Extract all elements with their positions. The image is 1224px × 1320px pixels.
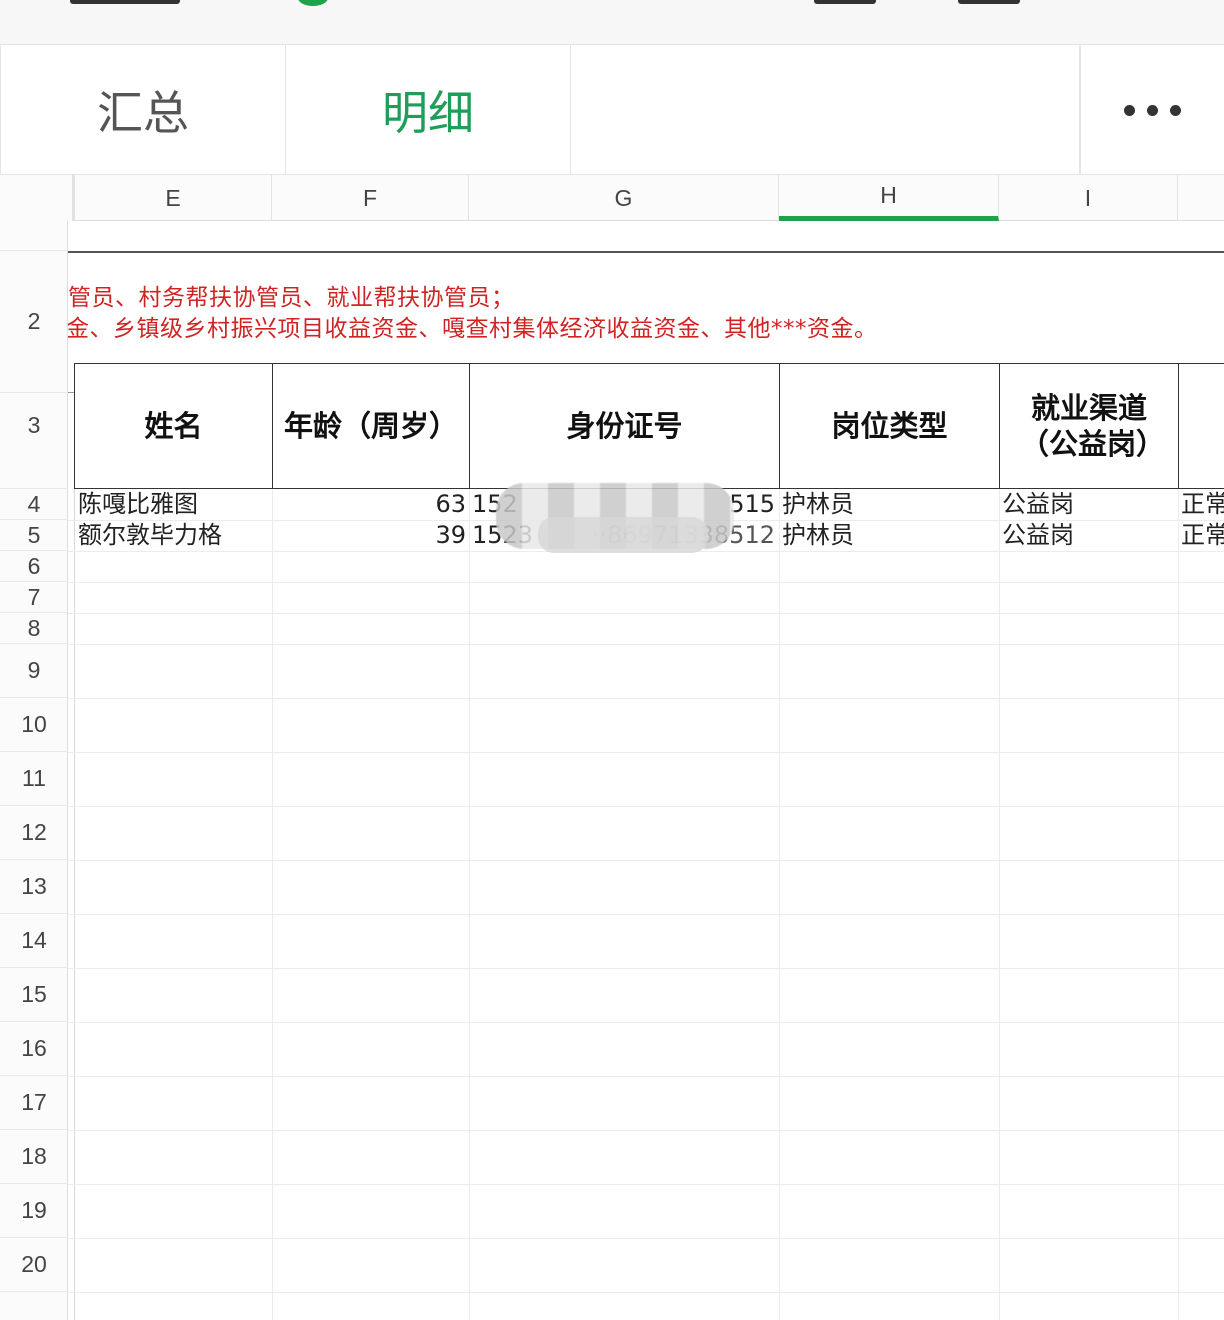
grid-line bbox=[68, 914, 1224, 915]
row-header[interactable]: 6 bbox=[0, 551, 68, 582]
tab-summary[interactable]: 汇总 bbox=[0, 45, 286, 175]
row-header[interactable]: 21 bbox=[0, 1292, 68, 1320]
row-header[interactable]: 9 bbox=[0, 644, 68, 698]
grid-line bbox=[68, 1022, 1224, 1023]
more-dots-icon bbox=[1170, 104, 1181, 116]
cell-age[interactable]: 63 bbox=[273, 489, 469, 520]
status-bar-fragment bbox=[70, 0, 180, 4]
column-header-g[interactable]: G bbox=[469, 175, 779, 221]
tab-bar-spacer bbox=[571, 45, 1080, 175]
cell-channel[interactable]: 公益岗 bbox=[1002, 489, 1177, 520]
header-position-type[interactable]: 岗位类型 bbox=[780, 363, 1000, 489]
more-options-button[interactable] bbox=[1080, 45, 1224, 175]
row-header[interactable]: 10 bbox=[0, 698, 68, 752]
cell-position-type[interactable]: 护林员 bbox=[782, 520, 998, 551]
grid-line bbox=[68, 1292, 1224, 1293]
row-header[interactable]: 12 bbox=[0, 806, 68, 860]
cell-name[interactable]: 额尔敦毕力格 bbox=[78, 520, 272, 551]
grid-line bbox=[68, 968, 1224, 969]
row-header-bar: 2 3 4 5 6 7 8 9 10 11 12 13 14 15 16 17 … bbox=[0, 221, 68, 1320]
grid-line bbox=[68, 1238, 1224, 1239]
select-all-corner[interactable] bbox=[0, 175, 75, 221]
row-header[interactable]: 16 bbox=[0, 1022, 68, 1076]
more-dots-icon bbox=[1147, 104, 1158, 116]
grid-line bbox=[68, 806, 1224, 807]
privacy-blur-mask bbox=[538, 517, 708, 553]
row-header[interactable]: 20 bbox=[0, 1238, 68, 1292]
grid-line bbox=[68, 1184, 1224, 1185]
column-header-j[interactable] bbox=[1178, 175, 1224, 221]
cell-status[interactable]: 正常 bbox=[1181, 489, 1224, 520]
status-bar bbox=[0, 0, 1224, 44]
grid-line bbox=[68, 613, 1224, 614]
row-header[interactable]: 8 bbox=[0, 613, 68, 644]
grid-line bbox=[68, 1130, 1224, 1131]
header-age[interactable]: 年龄（周岁） bbox=[273, 363, 470, 489]
column-header-bar: E F G H I bbox=[0, 175, 1224, 221]
status-bar-fragment bbox=[814, 0, 876, 4]
status-bar-fragment bbox=[958, 0, 1020, 4]
column-header-e[interactable]: E bbox=[75, 175, 272, 221]
cell-age[interactable]: 39 bbox=[273, 520, 469, 551]
column-header-f[interactable]: F bbox=[272, 175, 469, 221]
row-header[interactable]: 11 bbox=[0, 752, 68, 806]
more-dots-icon bbox=[1124, 104, 1135, 116]
grid-line bbox=[68, 752, 1224, 753]
tab-detail[interactable]: 明细 bbox=[286, 45, 571, 175]
cell-name[interactable]: 陈嘎比雅图 bbox=[78, 489, 272, 520]
row-header[interactable]: 4 bbox=[0, 489, 68, 520]
header-next-column[interactable] bbox=[1179, 363, 1224, 489]
grid-line bbox=[68, 698, 1224, 699]
header-id-number[interactable]: 身份证号 bbox=[470, 363, 780, 489]
row-header[interactable]: 14 bbox=[0, 914, 68, 968]
spreadsheet-grid[interactable]: 管员、村务帮扶协管员、就业帮扶协管员； 金、乡镇级乡村振兴项目收益资金、嘎查村集… bbox=[68, 221, 1224, 1320]
grid-line bbox=[68, 582, 1224, 583]
sheet-tab-bar: 汇总 明细 bbox=[0, 44, 1224, 175]
row-header[interactable]: 17 bbox=[0, 1076, 68, 1130]
grid-line bbox=[68, 860, 1224, 861]
row-header[interactable]: 3 bbox=[0, 363, 68, 489]
status-indicator-icon bbox=[298, 0, 328, 6]
column-header-h[interactable]: H bbox=[779, 175, 999, 221]
row-header[interactable]: 7 bbox=[0, 582, 68, 613]
column-header-i[interactable]: I bbox=[999, 175, 1178, 221]
row-header[interactable]: 15 bbox=[0, 968, 68, 1022]
row-header[interactable]: 13 bbox=[0, 860, 68, 914]
row-header[interactable] bbox=[0, 221, 68, 251]
row-header[interactable]: 5 bbox=[0, 520, 68, 551]
cell-position-type[interactable]: 护林员 bbox=[782, 489, 998, 520]
header-name[interactable]: 姓名 bbox=[74, 363, 273, 489]
note-line-1: 管员、村务帮扶协管员、就业帮扶协管员； bbox=[68, 285, 515, 311]
row-header[interactable]: 19 bbox=[0, 1184, 68, 1238]
note-line-2: 金、乡镇级乡村振兴项目收益资金、嘎查村集体经济收益资金、其他***资金。 bbox=[68, 316, 878, 342]
grid-line bbox=[68, 644, 1224, 645]
cell-status[interactable]: 正常 bbox=[1181, 520, 1224, 551]
cell-channel[interactable]: 公益岗 bbox=[1002, 520, 1177, 551]
row-header[interactable]: 18 bbox=[0, 1130, 68, 1184]
grid-line bbox=[68, 1076, 1224, 1077]
header-channel[interactable]: 就业渠道 （公益岗） bbox=[1000, 363, 1179, 489]
